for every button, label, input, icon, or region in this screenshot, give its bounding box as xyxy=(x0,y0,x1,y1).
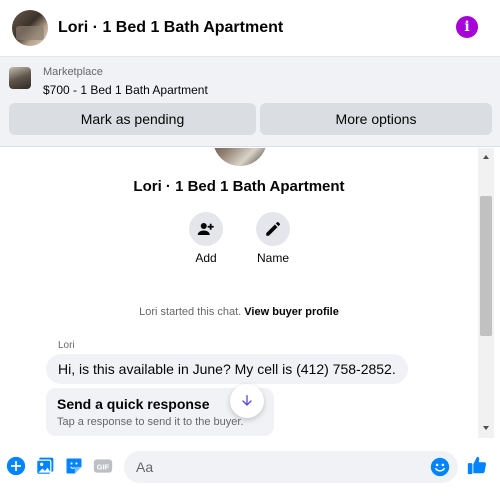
add-label: Add xyxy=(195,251,217,265)
plus-icon[interactable] xyxy=(6,456,26,476)
mark-as-pending-button[interactable]: Mark as pending xyxy=(9,103,256,135)
chat-profile-title: Lori · 1 Bed 1 Bath Apartment xyxy=(133,178,345,195)
quick-response-subtitle: Tap a response to send it to the buyer. xyxy=(57,416,244,428)
message-input[interactable] xyxy=(124,451,414,483)
chat-started-notice: Lori started this chat. View buyer profi… xyxy=(0,306,478,318)
listing-title[interactable]: $700 - 1 Bed 1 Bath Apartment xyxy=(43,83,208,97)
listing-thumbnail[interactable] xyxy=(9,67,31,89)
scroll-up-arrow[interactable] xyxy=(483,155,489,159)
started-text: Lori started this chat. xyxy=(139,306,242,318)
scroll-to-bottom-button[interactable] xyxy=(230,384,264,418)
message-input-field[interactable] xyxy=(124,451,458,483)
scroll-down-arrow[interactable] xyxy=(483,426,489,430)
svg-text:GIF: GIF xyxy=(97,462,110,471)
message-composer: GIF xyxy=(0,440,500,496)
marketplace-panel: Marketplace $700 - 1 Bed 1 Bath Apartmen… xyxy=(0,57,500,147)
avatar[interactable] xyxy=(12,10,48,46)
edit-name-button[interactable] xyxy=(256,212,290,246)
arrow-down-icon xyxy=(242,395,252,406)
pencil-icon xyxy=(266,221,281,236)
thumbs-up-icon[interactable] xyxy=(466,454,488,476)
message-bubble[interactable]: Hi, is this available in June? My cell i… xyxy=(46,354,408,384)
more-options-button[interactable]: More options xyxy=(260,103,492,135)
conversation-title[interactable]: Lori · 1 Bed 1 Bath Apartment xyxy=(58,19,283,37)
conversation-header: Lori · 1 Bed 1 Bath Apartment i xyxy=(0,0,500,57)
sender-name: Lori xyxy=(58,340,75,351)
sticker-icon[interactable] xyxy=(64,456,84,476)
image-icon[interactable] xyxy=(35,456,55,476)
chat-scrollbar[interactable] xyxy=(478,148,494,438)
marketplace-label: Marketplace xyxy=(43,66,103,78)
scrollbar-thumb[interactable] xyxy=(480,196,492,336)
emoji-icon[interactable] xyxy=(430,457,450,477)
info-icon[interactable]: i xyxy=(456,16,478,38)
profile-photo xyxy=(213,148,267,166)
name-label: Name xyxy=(256,251,289,265)
view-buyer-profile-link[interactable]: View buyer profile xyxy=(244,306,339,318)
gif-icon[interactable]: GIF xyxy=(93,456,113,476)
chat-history[interactable]: Lori · 1 Bed 1 Bath Apartment Add Name L… xyxy=(0,148,478,440)
add-contact-button[interactable] xyxy=(189,212,223,246)
person-add-icon xyxy=(197,223,214,235)
